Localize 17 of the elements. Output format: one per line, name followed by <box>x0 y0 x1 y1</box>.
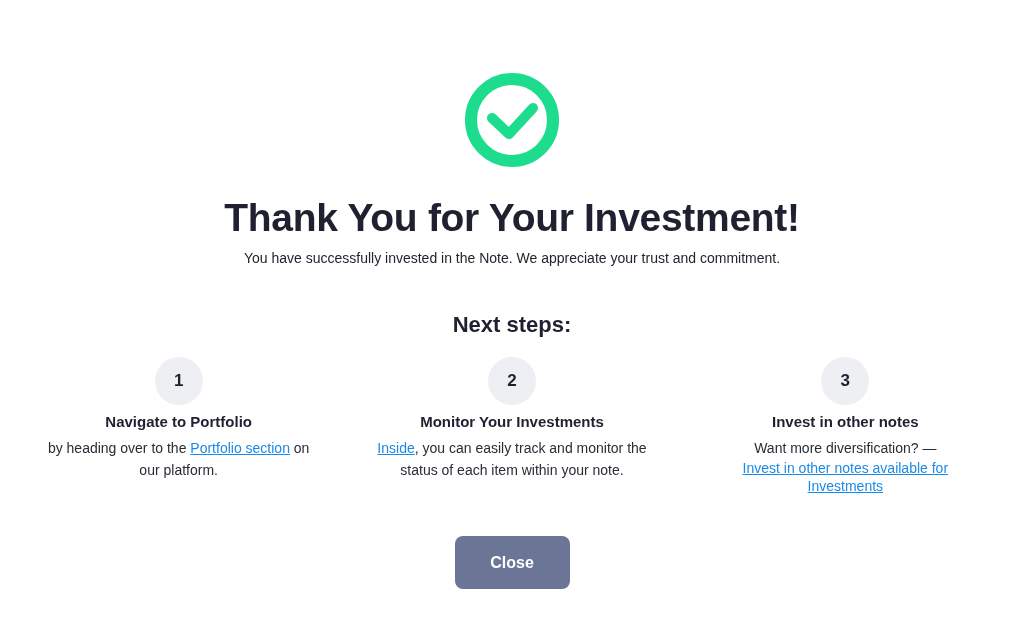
section-heading: Next steps: <box>452 311 572 339</box>
success-message: You have successfully invested in the Note. We appreciate your trust and commitment. <box>243 249 781 268</box>
step-description: Want more diversification? — <box>754 439 937 458</box>
step-title: Invest in other notes <box>771 412 919 432</box>
step-description: Inside, you can easily track and monitor the status of each item within your note. <box>376 439 648 480</box>
step-title: Navigate to Portfolio <box>105 412 252 432</box>
close-button[interactable]: Close <box>454 536 570 589</box>
step-description: by heading over to the Portfolio section on our platform. <box>46 439 311 480</box>
check-circle-icon <box>465 73 559 167</box>
step-number: 3 <box>821 357 870 405</box>
step-number: 2 <box>488 357 536 405</box>
step-number: 1 <box>154 357 203 405</box>
step-title: Monitor Your Investments <box>420 412 604 432</box>
page-title: Thank You for Your Investment! <box>224 195 800 241</box>
text-link[interactable]: Inside <box>377 440 415 456</box>
text-link[interactable]: Portfolio section <box>190 440 290 456</box>
text-link[interactable]: Invest in other notes available for Investments <box>727 459 963 495</box>
